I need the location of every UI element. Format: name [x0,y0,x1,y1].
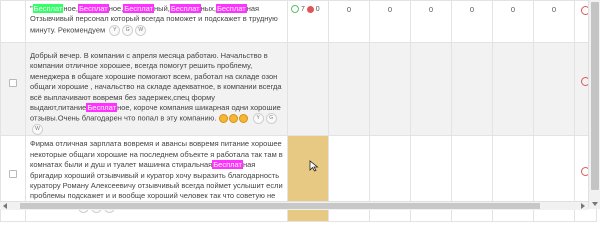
badge-y[interactable]: Y [109,24,121,36]
row-checkbox-cell [0,0,26,43]
count-cell[interactable] [533,41,575,137]
badge-w[interactable]: W [135,24,147,36]
row-checkbox[interactable] [9,170,17,179]
emoji-icon [228,114,238,124]
count-cell[interactable]: 0 [451,0,493,43]
negative-icon [306,5,314,13]
keyword-highlight: Бесплат [86,103,118,113]
review-text-cell: "Бесплатное,Бесплатное,Бесплатный,Беспла… [25,0,288,43]
count-cell[interactable] [451,41,493,137]
keyword-highlight: Бесплат [77,4,109,13]
count-cell[interactable]: 0 [533,0,575,43]
keyword-highlight: Бесплат [212,160,243,170]
keyword-highlight: Бесплат [32,4,64,13]
horizontal-scrollbar[interactable] [0,201,588,210]
reviews-table: "Бесплатное,Бесплатное,Бесплатный,Беспла… [0,0,597,223]
stats-cell: 7 0 [287,0,329,43]
positive-icon [291,5,299,13]
review-text: Отзывчивый персонал который всегда помож… [30,14,278,35]
count-cell[interactable]: 0 [410,0,452,43]
keyword-highlight: Бесплат [215,4,247,13]
vertical-scrollbar[interactable] [588,0,600,209]
count-cell[interactable] [492,41,534,137]
review-text-cell: Добрый вечер. В компании с апреля месяца… [25,41,288,137]
scroll-right-arrow-icon[interactable] [581,203,585,209]
emoji-icon [218,114,228,124]
scroll-down-arrow-icon[interactable] [592,202,598,206]
badge-g[interactable]: G [265,113,277,125]
badge-g[interactable]: G [122,24,134,36]
count-cell[interactable] [369,41,411,137]
table-row: Добрый вечер. В компании с апреля месяца… [0,41,597,137]
mouse-cursor-icon [309,160,319,172]
count-cell[interactable]: 0 [328,0,370,43]
row-checkbox-cell [0,41,26,137]
scrollbar-thumb[interactable] [591,2,599,190]
scroll-left-arrow-icon[interactable] [3,203,7,209]
row-checkbox[interactable] [9,79,17,87]
hscroll-thumb[interactable] [20,203,540,209]
keyword-highlight: Бесплат [123,4,155,13]
keyword-highlight: Бесплат [169,4,201,13]
count-cell[interactable]: 0 [492,0,534,43]
badge-w[interactable]: W [32,124,43,136]
count-cell[interactable]: 0 [369,0,411,43]
table-row: "Бесплатное,Бесплатное,Бесплатный,Беспла… [0,0,597,43]
emoji-icon [238,114,248,124]
badge-y[interactable]: Y [252,113,264,125]
count-cell[interactable] [410,41,452,137]
count-cell[interactable] [328,41,370,137]
stats-cell [287,41,329,137]
